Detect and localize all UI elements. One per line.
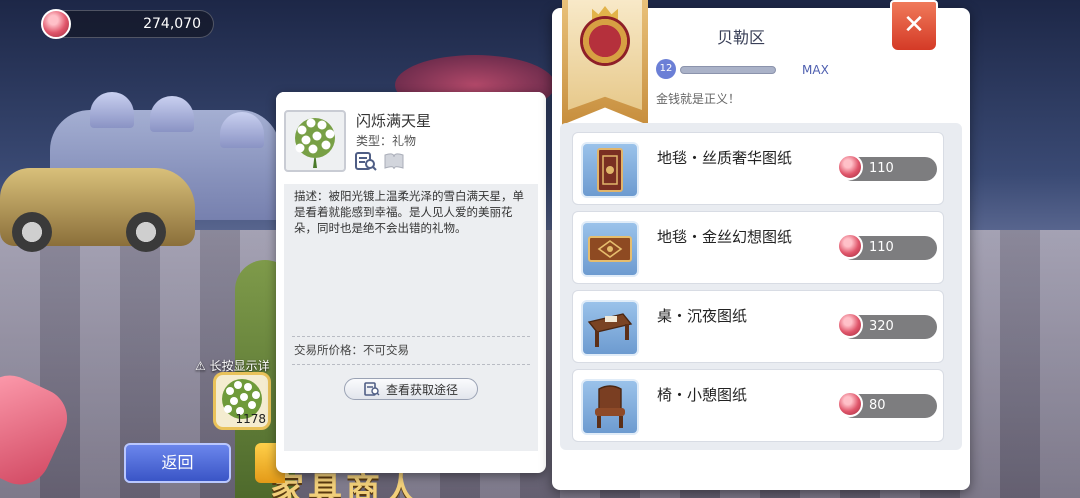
item-type: 类型：礼物 xyxy=(356,134,417,148)
item-price: 110 xyxy=(869,240,894,255)
shop-item-list[interactable]: 地毯・丝质奢华图纸 110 地毯・金丝幻想图纸 110 桌・沉夜图纸 320 椅… xyxy=(560,123,962,450)
palace-dome xyxy=(150,96,194,132)
shop-panel: 贝勒区 12 MAX 金钱就是正义！ ✕ 地毯・丝质奢华图纸 110 地毯・金丝… xyxy=(552,0,970,490)
guild-emblem-icon xyxy=(580,16,630,66)
item-name: 地毯・金丝幻想图纸 xyxy=(657,228,793,246)
car-wheel xyxy=(12,212,52,252)
item-name: 桌・沉夜图纸 xyxy=(657,307,748,325)
zeny-coin-icon xyxy=(41,9,71,39)
book-icon[interactable] xyxy=(382,150,406,172)
item-price: 80 xyxy=(869,398,886,413)
tooltip-body: 描述：被阳光镀上温柔光泽的雪白满天星，单是看着就能感到幸福。是人见人爱的美丽花朵… xyxy=(284,184,538,451)
shop-title: 贝勒区 xyxy=(717,28,766,47)
view-source-button[interactable]: 查看获取途径 xyxy=(344,378,478,400)
held-item-count: 1178 xyxy=(235,412,266,426)
close-button[interactable]: ✕ xyxy=(890,0,938,52)
trade-price: 交易所价格：不可交易 xyxy=(294,343,409,357)
chair-icon xyxy=(581,379,639,435)
view-source-label: 查看获取途径 xyxy=(385,382,458,397)
level-status: MAX xyxy=(802,63,829,77)
currency-bar: 274,070 xyxy=(41,9,214,39)
currency-amount: 274,070 xyxy=(143,16,201,32)
shop-motto: 金钱就是正义！ xyxy=(656,92,741,106)
shop-banner-inner xyxy=(568,0,642,110)
zeny-coin-icon xyxy=(837,154,863,180)
divider xyxy=(292,364,530,365)
item-price: 110 xyxy=(869,161,894,176)
level-badge: 12 xyxy=(656,59,676,79)
divider xyxy=(292,336,530,337)
price-tag[interactable]: 80 xyxy=(837,391,937,418)
shop-banner xyxy=(562,0,648,125)
item-price: 320 xyxy=(869,319,894,334)
carpet-silk-icon xyxy=(581,142,639,198)
shop-item-row[interactable]: 地毯・丝质奢华图纸 110 xyxy=(572,132,944,205)
vintage-car xyxy=(0,168,195,252)
palace-dome xyxy=(220,112,264,148)
zeny-coin-icon xyxy=(837,233,863,259)
baby-breath-flower-icon xyxy=(295,118,335,168)
item-tooltip: 闪烁满天星 类型：礼物 描述：被阳光镀上温柔光泽的雪白满天星，单是看着就能感到幸… xyxy=(276,92,546,473)
carpet-gold-icon xyxy=(581,221,639,277)
price-tag[interactable]: 110 xyxy=(837,154,937,181)
back-button[interactable]: 返回 xyxy=(124,443,231,483)
price-tag[interactable]: 320 xyxy=(837,312,937,339)
car-wheel xyxy=(126,212,166,252)
table-icon xyxy=(581,300,639,356)
inspect-icon xyxy=(364,382,380,396)
inspect-icon[interactable] xyxy=(354,150,378,172)
item-action-icons xyxy=(354,150,406,172)
price-tag[interactable]: 110 xyxy=(837,233,937,260)
level-progress-bar xyxy=(680,66,776,74)
tooltip-header: 闪烁满天星 类型：礼物 xyxy=(276,92,546,184)
item-thumbnail xyxy=(284,110,346,172)
item-name: 闪烁满天星 xyxy=(356,112,432,130)
shop-item-row[interactable]: 地毯・金丝幻想图纸 110 xyxy=(572,211,944,284)
palace-dome xyxy=(90,92,134,128)
held-item-slot[interactable]: 1178 xyxy=(213,372,271,430)
zeny-coin-icon xyxy=(837,312,863,338)
item-name: 椅・小憩图纸 xyxy=(657,386,748,404)
shop-item-row[interactable]: 桌・沉夜图纸 320 xyxy=(572,290,944,363)
item-name: 地毯・丝质奢华图纸 xyxy=(657,149,793,167)
item-description: 描述：被阳光镀上温柔光泽的雪白满天星，单是看着就能感到幸福。是人见人爱的美丽花朵… xyxy=(294,189,524,235)
shop-item-row[interactable]: 椅・小憩图纸 80 xyxy=(572,369,944,442)
zeny-coin-icon xyxy=(837,391,863,417)
